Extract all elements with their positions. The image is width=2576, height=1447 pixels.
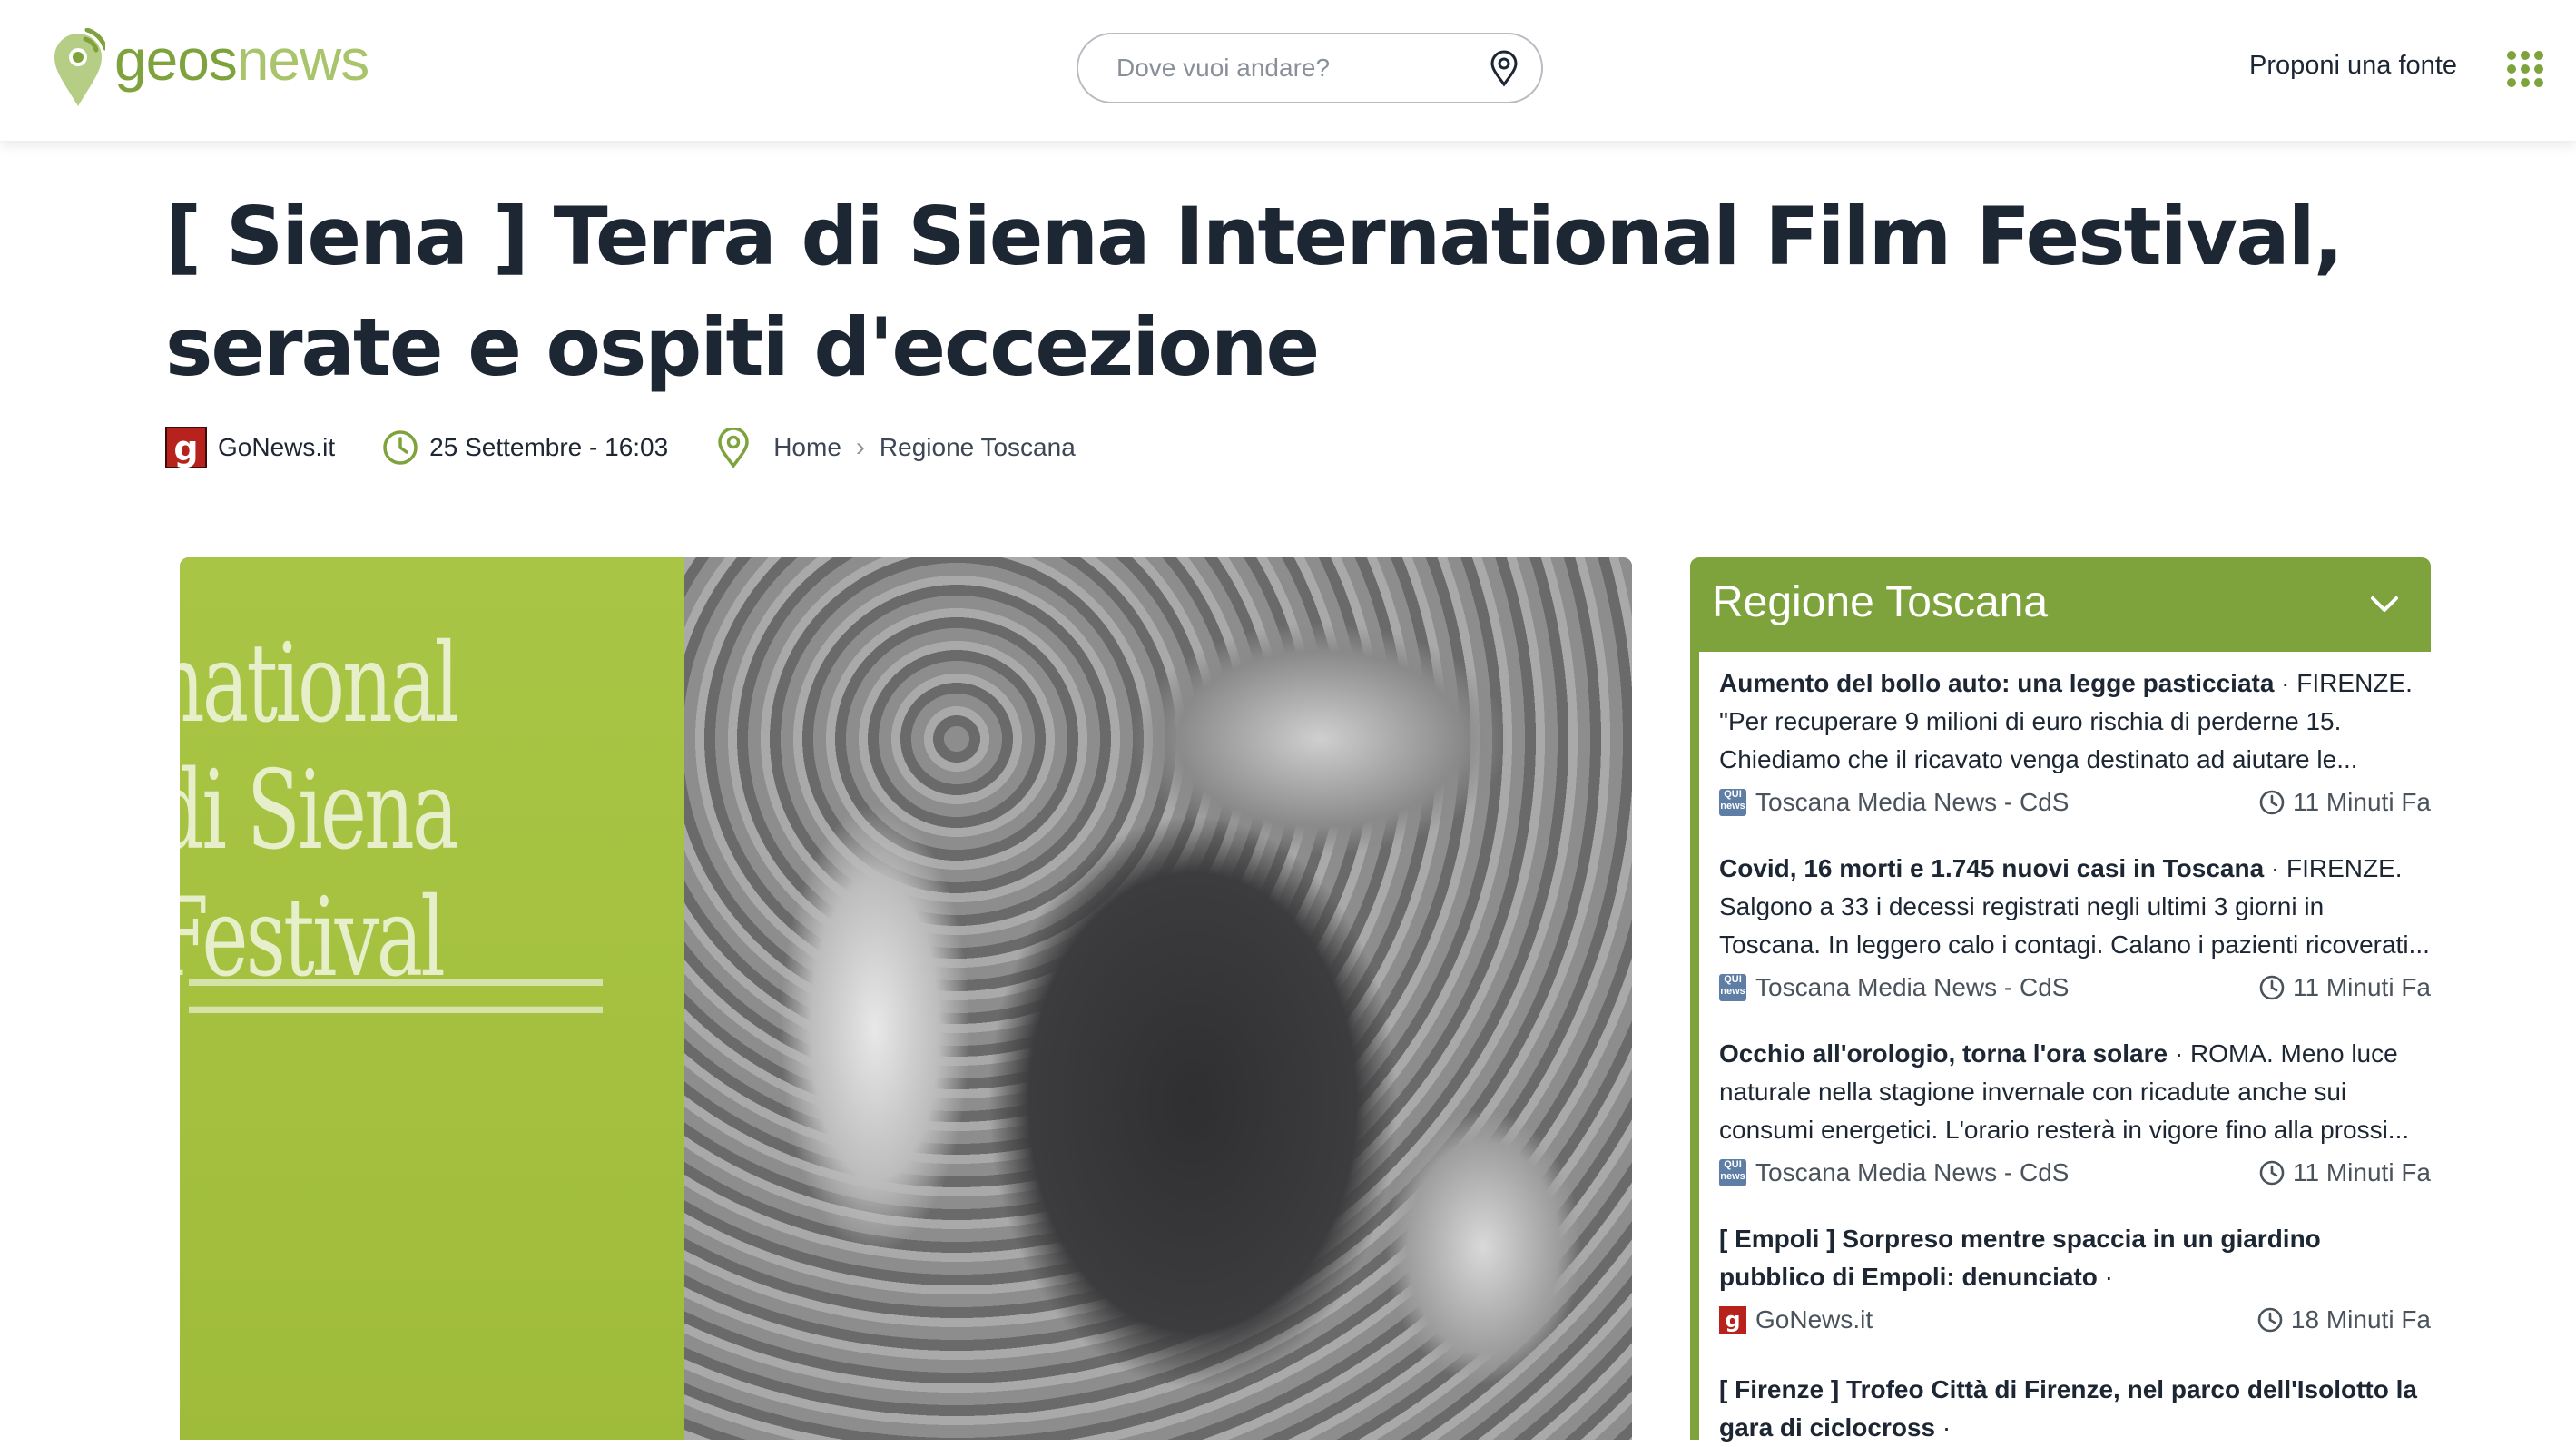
news-headline[interactable]: [ Firenze ] Trofeo Città di Firenze, nel…: [1719, 1375, 2417, 1442]
qui-news-icon: QUI news: [1719, 789, 1746, 816]
clock-icon: [2259, 1160, 2285, 1186]
qui-news-icon: QUI news: [1719, 1159, 1746, 1186]
logo-text-geos: geos: [114, 27, 238, 93]
news-item[interactable]: Covid, 16 morti e 1.745 nuovi casi in To…: [1719, 850, 2431, 1008]
news-item[interactable]: [ Empoli ] Sorpreso mentre spaccia in un…: [1719, 1220, 2431, 1340]
apps-grid-icon[interactable]: [2507, 51, 2543, 87]
article-title: [ Siena ] Terra di Siena International F…: [165, 190, 2344, 394]
clock-icon: [2259, 975, 2285, 1000]
news-headline[interactable]: Aumento del bollo auto: una legge pastic…: [1719, 669, 2274, 697]
news-text: [ Firenze ] Trofeo Città di Firenze, nel…: [1719, 1371, 2431, 1447]
news-meta: QUI news Toscana Media News - CdS 11 Minu…: [1719, 783, 2431, 822]
region-news-panel: Regione Toscana Aumento del bollo auto: …: [1690, 557, 2431, 1442]
news-time: 11 Minuti Fa: [2293, 973, 2431, 1001]
breadcrumb-home[interactable]: Home: [773, 433, 841, 462]
gonews-icon: g: [1719, 1306, 1746, 1334]
breadcrumb-chevron-icon: ›: [855, 432, 865, 462]
location-pin-icon: [718, 428, 749, 468]
top-header: geosnews Proponi una fonte: [0, 0, 2576, 141]
news-text: [ Empoli ] Sorpreso mentre spaccia in un…: [1719, 1220, 2431, 1296]
clock-icon: [383, 430, 418, 465]
search-box: [1077, 33, 1543, 103]
poster-green-panel: national di Siena Festival ▬▬▬▬▬▬▬▬▬▬▬▬▬…: [180, 557, 684, 1440]
news-headline[interactable]: [ Empoli ] Sorpreso mentre spaccia in un…: [1719, 1225, 2321, 1291]
poster-line: di Siena: [180, 748, 458, 874]
article-date: 25 Settembre - 16:03: [429, 433, 669, 461]
gonews-logo-icon: g: [165, 427, 207, 468]
news-time: 11 Minuti Fa: [2293, 788, 2431, 816]
clock-icon: [2257, 1307, 2283, 1333]
logo-pin-icon: [54, 28, 105, 106]
geosnews-logo[interactable]: geosnews: [51, 27, 369, 109]
location-pin-icon[interactable]: [1485, 49, 1523, 87]
news-text: Covid, 16 morti e 1.745 nuovi casi in To…: [1719, 850, 2431, 964]
logo-text-news: news: [236, 27, 369, 93]
news-source[interactable]: Toscana Media News - CdS: [1755, 1158, 2258, 1187]
news-meta: g GoNews.it 18 Minuti Fa: [1719, 1300, 2431, 1340]
news-excerpt: ·: [1935, 1413, 1952, 1442]
region-panel-title: Regione Toscana: [1712, 578, 2049, 626]
news-text: Occhio all'orologio, torna l'ora solare …: [1719, 1035, 2431, 1149]
qui-news-icon: QUI news: [1719, 974, 1746, 1001]
logo-wordmark: geosnews: [114, 26, 369, 94]
breadcrumb-region[interactable]: Regione Toscana: [880, 433, 1076, 462]
news-source[interactable]: Toscana Media News - CdS: [1755, 973, 2258, 1002]
news-time: 11 Minuti Fa: [2293, 1158, 2431, 1186]
news-item[interactable]: [ Firenze ] Trofeo Città di Firenze, nel…: [1719, 1371, 2431, 1447]
news-time: 18 Minuti Fa: [2290, 1305, 2431, 1334]
news-source[interactable]: Toscana Media News - CdS: [1755, 788, 2258, 817]
news-meta: QUI news Toscana Media News - CdS 11 Minu…: [1719, 968, 2431, 1008]
panel-side-bar: [1690, 652, 1699, 1440]
propose-source-link[interactable]: Proponi una fonte: [2249, 51, 2457, 81]
news-item[interactable]: Occhio all'orologio, torna l'ora solare …: [1719, 1035, 2431, 1193]
news-excerpt: ·: [2097, 1263, 2113, 1291]
article-meta: g GoNews.it 25 Settembre - 16:03 Home › …: [165, 425, 1076, 470]
article-source[interactable]: GoNews.it: [218, 433, 335, 462]
news-meta: QUI news Toscana Media News - CdS 11 Minu…: [1719, 1153, 2431, 1193]
news-text: Aumento del bollo auto: una legge pastic…: [1719, 664, 2431, 779]
region-panel-header[interactable]: Regione Toscana: [1690, 557, 2431, 652]
search-input[interactable]: [1115, 53, 1485, 84]
clock-icon: [2259, 790, 2285, 815]
news-headline[interactable]: Covid, 16 morti e 1.745 nuovi casi in To…: [1719, 854, 2264, 882]
news-headline[interactable]: Occhio all'orologio, torna l'ora solare: [1719, 1039, 2168, 1068]
poster-text: national di Siena Festival: [180, 621, 459, 1002]
chevron-down-icon[interactable]: [2369, 592, 2400, 615]
article-image: national di Siena Festival ▬▬▬▬▬▬▬▬▬▬▬▬▬…: [180, 557, 1632, 1440]
poster-photo: [684, 557, 1632, 1440]
news-item[interactable]: Aumento del bollo auto: una legge pastic…: [1719, 664, 2431, 822]
poster-small-text: ▬▬▬▬▬▬▬▬▬▬▬▬▬▬▬▬▬▬▬ ▬▬▬▬▬▬▬▬▬▬▬▬▬▬▬▬▬▬▬: [189, 967, 603, 1019]
news-source[interactable]: GoNews.it: [1755, 1305, 2256, 1334]
poster-line: national: [180, 621, 459, 747]
